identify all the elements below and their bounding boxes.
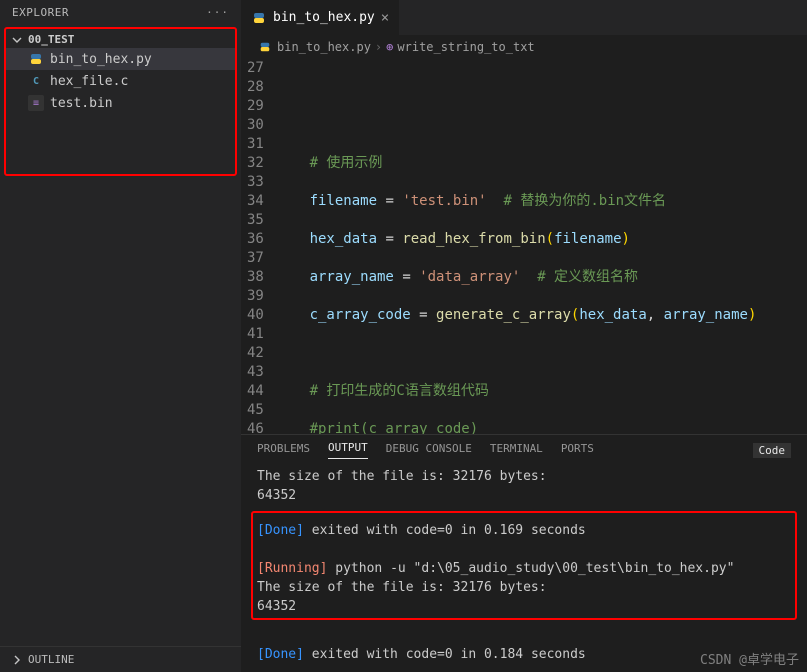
breadcrumb-separator: › <box>375 40 382 54</box>
file-row[interactable]: ≡ test.bin <box>6 92 235 114</box>
explorer-sidebar: EXPLORER ··· 00_TEST bin_to_hex.py C hex… <box>0 0 241 672</box>
chevron-down-icon <box>12 34 24 46</box>
code-editor[interactable]: 2728293031323334353637383940414243444546… <box>241 59 807 434</box>
folder-name: 00_TEST <box>28 33 74 46</box>
function-icon: ⊕ <box>386 40 393 54</box>
outline-section[interactable]: OUTLINE <box>0 646 241 672</box>
file-row[interactable]: bin_to_hex.py <box>6 48 235 70</box>
tab-problems[interactable]: PROBLEMS <box>257 442 310 459</box>
file-row[interactable]: C hex_file.c <box>6 70 235 92</box>
output-channel-selector[interactable]: Code <box>753 443 792 458</box>
breadcrumb-function: write_string_to_txt <box>397 40 534 54</box>
bottom-panel: PROBLEMS OUTPUT DEBUG CONSOLE TERMINAL P… <box>241 434 807 672</box>
tab-ports[interactable]: PORTS <box>561 442 594 459</box>
python-file-icon <box>257 39 273 55</box>
highlight-box-files: 00_TEST bin_to_hex.py C hex_file.c ≡ tes… <box>4 27 237 176</box>
breadcrumb-file: bin_to_hex.py <box>277 40 371 54</box>
outline-label: OUTLINE <box>28 653 74 666</box>
line-gutter: 2728293031323334353637383940414243444546… <box>241 59 276 434</box>
file-name: hex_file.c <box>50 74 128 89</box>
file-name: bin_to_hex.py <box>50 52 152 67</box>
python-file-icon <box>251 10 267 26</box>
code-content: # 使用示例 filename = 'test.bin' # 替换为你的.bin… <box>276 59 769 434</box>
breadcrumb[interactable]: bin_to_hex.py › ⊕ write_string_to_txt <box>241 35 807 59</box>
explorer-title: EXPLORER <box>12 6 69 19</box>
binary-file-icon: ≡ <box>28 95 44 111</box>
python-file-icon <box>28 51 44 67</box>
editor-tab[interactable]: bin_to_hex.py × <box>241 0 399 35</box>
watermark: CSDN @卓学电子 <box>700 649 799 668</box>
tab-output[interactable]: OUTPUT <box>328 441 368 459</box>
explorer-more-icon[interactable]: ··· <box>206 6 229 19</box>
tab-label: bin_to_hex.py <box>273 10 375 25</box>
output-content[interactable]: The size of the file is: 32176 bytes: 64… <box>241 465 807 672</box>
c-file-icon: C <box>28 73 44 89</box>
tab-terminal[interactable]: TERMINAL <box>490 442 543 459</box>
chevron-right-icon <box>12 654 24 666</box>
file-name: test.bin <box>50 96 113 111</box>
folder-row[interactable]: 00_TEST <box>6 31 235 48</box>
editor-tabs: bin_to_hex.py × <box>241 0 807 35</box>
highlight-box-output: [Done] exited with code=0 in 0.169 secon… <box>251 511 797 620</box>
close-icon[interactable]: × <box>381 10 389 26</box>
tab-debug-console[interactable]: DEBUG CONSOLE <box>386 442 472 459</box>
